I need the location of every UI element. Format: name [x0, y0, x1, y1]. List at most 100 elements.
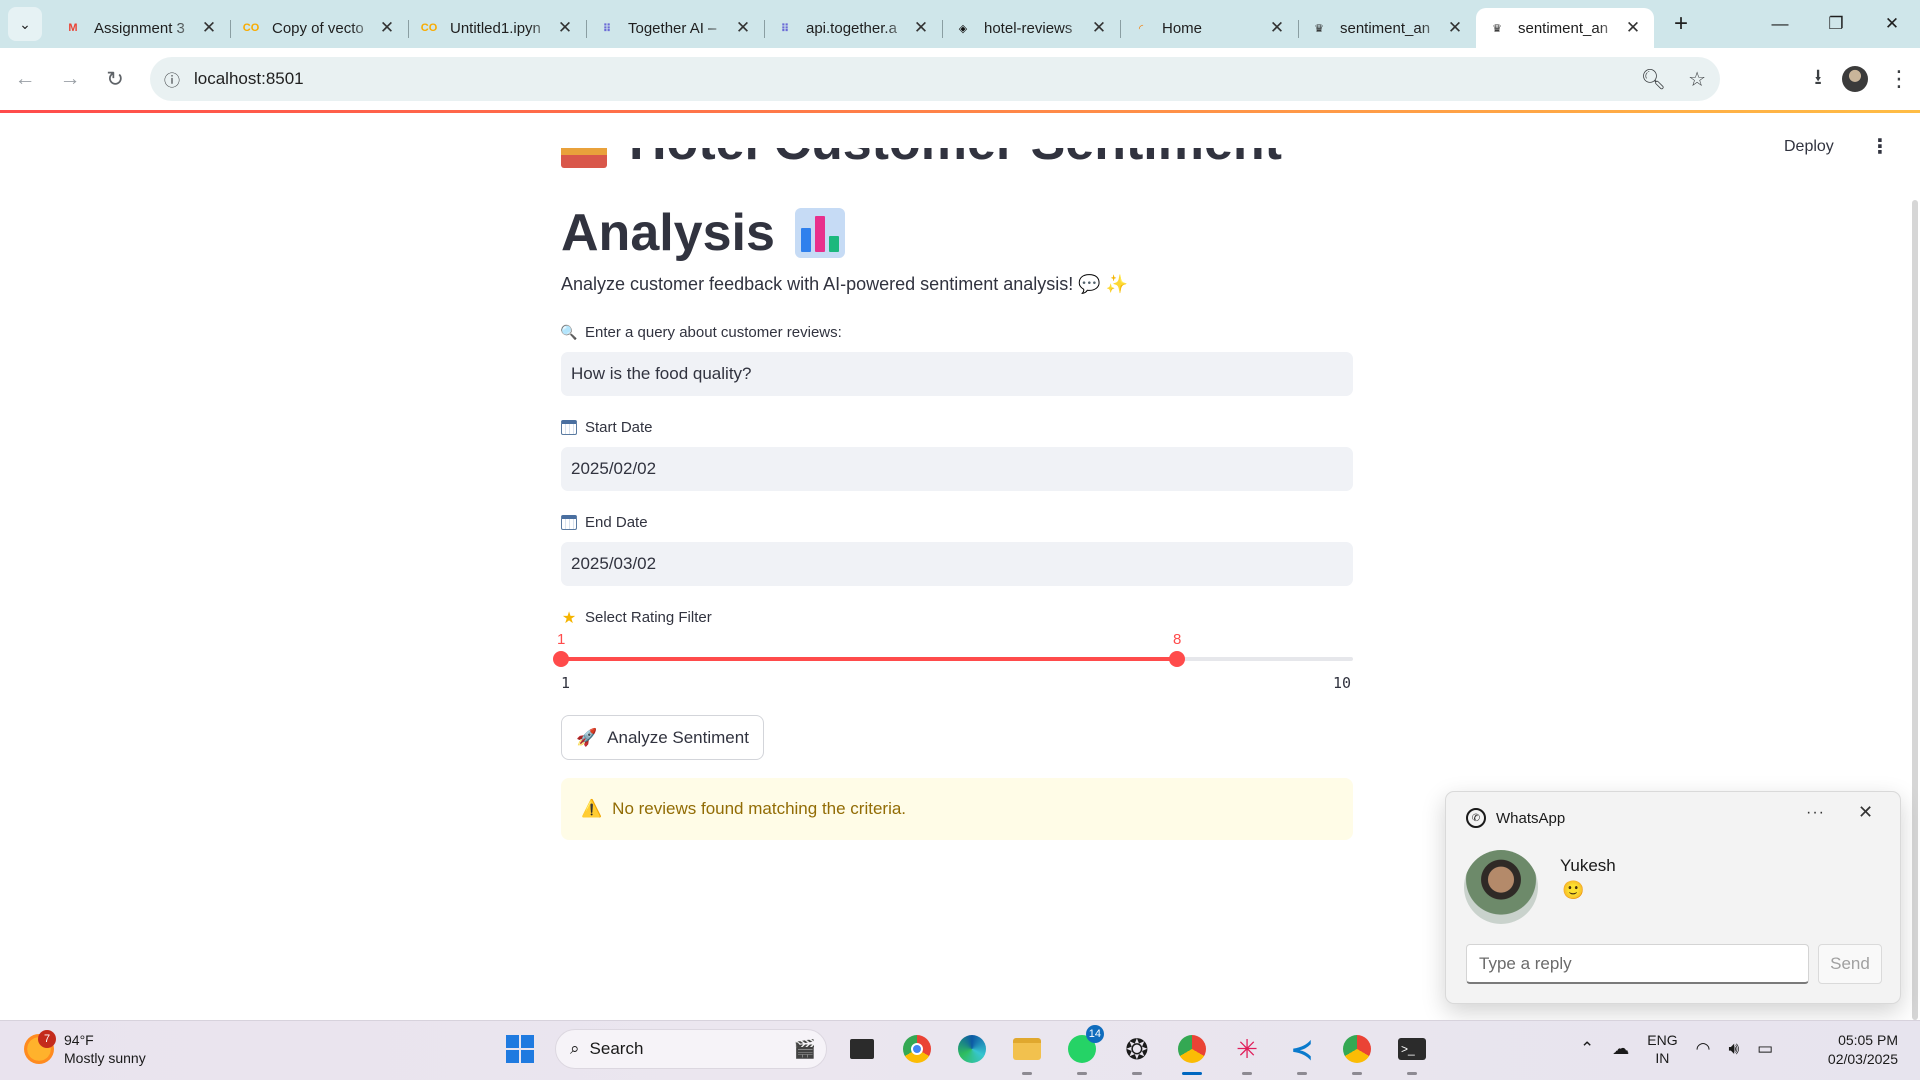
- profile-avatar[interactable]: [1842, 66, 1868, 92]
- rating-slider-low-thumb[interactable]: [553, 651, 569, 667]
- tab[interactable]: ◈ hotel-reviews ✕: [942, 8, 1120, 48]
- edge-icon[interactable]: [952, 1029, 992, 1069]
- page-scrollbar[interactable]: [1912, 200, 1918, 1020]
- slider-max-label: 10: [1333, 674, 1352, 692]
- gmail-icon: M: [68, 22, 78, 34]
- restore-button[interactable]: ❐: [1808, 0, 1864, 48]
- onedrive-icon[interactable]: ☁: [1612, 1039, 1629, 1059]
- search-label: Search: [589, 1039, 644, 1058]
- tab-close-icon[interactable]: ✕: [200, 18, 218, 38]
- hotel-reviews-icon: ◈: [958, 22, 968, 35]
- tab-close-icon[interactable]: ✕: [1624, 18, 1642, 38]
- minimize-button[interactable]: —: [1752, 0, 1808, 48]
- zoom-icon[interactable]: 🔍︎: [1641, 67, 1666, 92]
- clock-time: 05:05 PM: [1838, 1032, 1898, 1048]
- tab[interactable]: M Assignment 3 ✕: [52, 8, 230, 48]
- file-explorer-icon[interactable]: [1007, 1029, 1047, 1075]
- search-highlight-icon: 🎬: [793, 1038, 816, 1059]
- language-indicator[interactable]: ENG IN: [1647, 1031, 1677, 1067]
- chatgpt-icon[interactable]: ❂: [1117, 1029, 1157, 1075]
- loading-icon: ◜: [1138, 22, 1144, 35]
- terminal-icon[interactable]: >_: [1392, 1029, 1432, 1075]
- tab[interactable]: ⠿ Together AI – ✕: [586, 8, 764, 48]
- tab[interactable]: ♛ sentiment_an ✕: [1298, 8, 1476, 48]
- notification-header: ✆ WhatsApp: [1466, 808, 1565, 828]
- end-date-input[interactable]: 2025/03/02: [561, 542, 1353, 586]
- omnibox-actions: 🔍︎ ☆: [1641, 57, 1706, 101]
- more-options-icon[interactable]: ···: [1806, 804, 1825, 822]
- whatsapp-notification: ✆ WhatsApp ··· ✕ Yukesh 🙂 Type a reply S…: [1445, 791, 1901, 1004]
- tab-close-icon[interactable]: ✕: [556, 18, 574, 38]
- volume-icon[interactable]: 🔊︎: [1728, 1039, 1739, 1059]
- tab-title: sentiment_an: [1340, 19, 1431, 37]
- tab-close-icon[interactable]: ✕: [734, 18, 752, 38]
- taskbar-apps: ⌕ Search 🎬 14 ❂ ✳ ≺ >_: [500, 1025, 1447, 1075]
- query-label-text: Enter a query about customer reviews:: [585, 324, 842, 341]
- tab-active[interactable]: ♛ sentiment_an ✕: [1476, 8, 1654, 48]
- rating-slider-high-thumb[interactable]: [1169, 651, 1185, 667]
- chrome-icon[interactable]: [897, 1029, 937, 1069]
- reload-button[interactable]: ↻: [95, 59, 135, 99]
- query-input[interactable]: How is the food quality?: [561, 352, 1353, 396]
- start-button[interactable]: [500, 1029, 540, 1069]
- rating-slider-track[interactable]: [553, 651, 1353, 667]
- rating-filter-label-text: Select Rating Filter: [585, 609, 712, 626]
- clock-date: 02/03/2025: [1827, 1051, 1898, 1067]
- notification-message: 🙂: [1562, 880, 1585, 900]
- weather-desc: Mostly sunny: [64, 1050, 146, 1066]
- tray-overflow-icon[interactable]: ⌃: [1580, 1039, 1594, 1059]
- slider-low-value: 1: [557, 631, 566, 648]
- address-bar[interactable]: ⓘ localhost:8501 🔍︎ ☆: [150, 57, 1720, 101]
- tab-search-button[interactable]: ⌄: [8, 7, 42, 41]
- site-info-icon[interactable]: ⓘ: [150, 67, 194, 91]
- taskbar: 7 94°F Mostly sunny ⌕ Search 🎬 14 ❂ ✳ ≺ …: [0, 1020, 1920, 1080]
- chrome-profile2-icon[interactable]: [1337, 1029, 1377, 1075]
- url-text[interactable]: localhost:8501: [194, 69, 304, 89]
- start-date-input[interactable]: 2025/02/02: [561, 447, 1353, 491]
- close-icon[interactable]: ✕: [1858, 802, 1873, 823]
- send-button[interactable]: Send: [1818, 944, 1882, 984]
- task-view-icon[interactable]: [842, 1029, 882, 1069]
- tab-close-icon[interactable]: ✕: [378, 18, 396, 38]
- deploy-button[interactable]: Deploy: [1784, 138, 1834, 156]
- tab-title: Together AI –: [628, 19, 717, 37]
- analyze-sentiment-button[interactable]: 🚀 Analyze Sentiment: [561, 715, 764, 760]
- together-icon: ⠿: [602, 22, 612, 35]
- download-icon[interactable]: ⭳: [1814, 60, 1822, 98]
- close-window-button[interactable]: ✕: [1864, 0, 1920, 48]
- tab[interactable]: ◜ Home ✕: [1120, 8, 1298, 48]
- taskbar-search[interactable]: ⌕ Search 🎬: [555, 1029, 827, 1069]
- start-date-label: Start Date: [561, 419, 653, 436]
- hotel-icon: [561, 148, 607, 168]
- main-menu-icon[interactable]: ⋮: [1870, 134, 1890, 159]
- forward-button[interactable]: →: [50, 59, 90, 99]
- analyze-button-label: Analyze Sentiment: [607, 727, 749, 747]
- weather-widget[interactable]: 7 94°F Mostly sunny: [24, 1030, 146, 1067]
- slider-high-value: 8: [1173, 631, 1182, 648]
- battery-icon[interactable]: ▭: [1757, 1039, 1773, 1059]
- reply-placeholder: Type a reply: [1479, 953, 1572, 973]
- page-title-line1: Hotel Customer Sentiment: [561, 148, 1282, 170]
- title-line2-text: Analysis: [561, 204, 775, 262]
- tab-close-icon[interactable]: ✕: [1446, 18, 1464, 38]
- wifi-icon[interactable]: ◠: [1696, 1039, 1711, 1059]
- whatsapp-taskbar-icon[interactable]: 14: [1062, 1025, 1104, 1075]
- slack-icon[interactable]: ✳: [1227, 1029, 1267, 1075]
- tab[interactable]: CO Copy of vecto ✕: [230, 8, 408, 48]
- windows-logo-icon: [506, 1035, 534, 1063]
- tab-close-icon[interactable]: ✕: [1268, 18, 1286, 38]
- chrome-profile-icon[interactable]: [1172, 1029, 1212, 1075]
- browser-menu-icon[interactable]: ⋮: [1888, 66, 1910, 92]
- sender-name: Yukesh: [1560, 856, 1616, 875]
- tab[interactable]: ⠿ api.together.a ✕: [764, 8, 942, 48]
- tab-close-icon[interactable]: ✕: [912, 18, 930, 38]
- new-tab-button[interactable]: +: [1664, 7, 1698, 41]
- clock[interactable]: 05:05 PM 02/03/2025: [1828, 1031, 1898, 1069]
- vscode-icon[interactable]: ≺: [1282, 1029, 1322, 1075]
- back-button[interactable]: ←: [5, 59, 45, 99]
- reply-input[interactable]: Type a reply: [1466, 944, 1809, 984]
- tab[interactable]: CO Untitled1.ipyn ✕: [408, 8, 586, 48]
- tab-title: hotel-reviews: [984, 19, 1073, 37]
- tab-close-icon[interactable]: ✕: [1090, 18, 1108, 38]
- bookmark-star-icon[interactable]: ☆: [1688, 67, 1706, 92]
